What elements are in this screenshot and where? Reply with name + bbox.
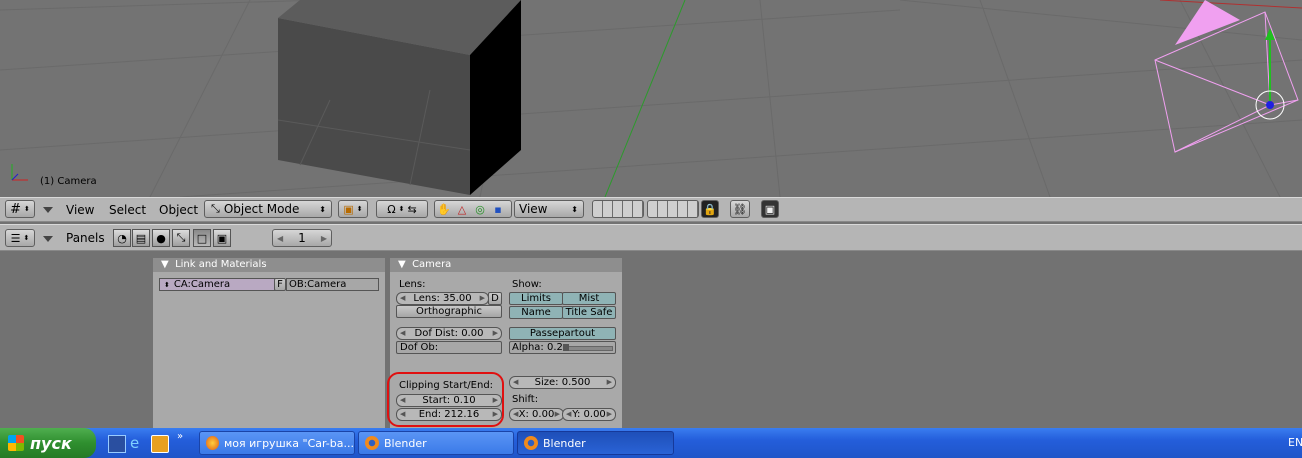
fake-user-button[interactable]: F — [274, 278, 286, 291]
name-toggle[interactable]: Name — [509, 306, 563, 319]
lock-icon[interactable]: 🔒 — [701, 200, 719, 218]
menu-view[interactable]: View — [66, 203, 94, 217]
viewport-scene[interactable] — [0, 0, 1302, 197]
layer-buttons-2[interactable] — [647, 200, 699, 218]
cube-shading-icon: ▣ — [343, 202, 354, 216]
grid-y-axis — [604, 0, 686, 197]
axis-gizmo — [11, 164, 28, 181]
internet-explorer-icon[interactable]: e — [130, 435, 146, 451]
clip-start-field[interactable]: ◀ Start: 0.10 ▶ — [396, 394, 502, 407]
shading-context-icon[interactable]: ● — [152, 229, 170, 247]
3d-view-header: # ⬍ View Select Object ⤡ Object Mode ⬍ ▣ ⬍… — [0, 197, 1302, 222]
grid-x-axis — [1159, 0, 1302, 9]
buttons-window-header: ☰ ⬍ Panels ◔ ▤ ● ⤡ □ ▣ ◀ 1 ▶ — [0, 224, 1302, 251]
camera-triangle — [1175, 0, 1240, 45]
mode-select[interactable]: ⤡ Object Mode ⬍ — [204, 200, 332, 218]
start-button[interactable]: пуск — [0, 428, 96, 458]
object-mode-icon: ⤡ — [211, 202, 220, 215]
windows-logo-icon — [8, 435, 24, 451]
buttons-window: ▼ Link and Materials ⬍ CA:Camera F OB:Cam… — [0, 252, 1302, 428]
object-name-field[interactable]: OB:Camera — [286, 278, 379, 291]
grid-icon: # — [10, 201, 22, 217]
show-desktop-icon[interactable] — [108, 435, 126, 453]
lens-label: Lens: — [399, 279, 426, 290]
panels-label: Panels — [66, 231, 105, 245]
object-context-icon[interactable]: ⤡ — [172, 229, 190, 247]
buttons-window-icon: ☰ — [10, 231, 21, 245]
pivot-select[interactable]: Ω ⬍ ⇆ — [376, 200, 428, 218]
layer-icon: ⇆ — [407, 202, 417, 216]
frame-number-field[interactable]: ◀ 1 ▶ — [272, 229, 332, 247]
lens-field[interactable]: ◀ Lens: 35.00 ▶ — [396, 292, 489, 305]
taskbar-task-blender-2[interactable]: Blender — [517, 431, 674, 455]
orthographic-toggle[interactable]: Orthographic — [396, 305, 502, 318]
scale-icon[interactable]: ▪ — [489, 203, 507, 216]
degrees-toggle[interactable]: D — [488, 292, 502, 305]
clipping-label: Clipping Start/End: — [399, 380, 494, 391]
chevron-right-icon[interactable]: » — [177, 431, 193, 447]
shift-label: Shift: — [512, 394, 539, 405]
dof-object-field[interactable]: Dof Ob: — [396, 341, 502, 354]
translate-icon[interactable]: △ — [453, 203, 471, 216]
taskbar-task-browser[interactable]: моя игрушка "Car-ba... — [199, 431, 355, 455]
layer-buttons-1[interactable] — [592, 200, 644, 218]
3d-viewport[interactable]: (1) Camera — [0, 0, 1302, 197]
menu-collapse-icon-2[interactable] — [43, 236, 53, 242]
rotate-icon[interactable]: ◎ — [471, 203, 489, 216]
scene-context-icon[interactable]: ▣ — [213, 229, 231, 247]
editing-context-icon[interactable]: □ — [193, 229, 211, 247]
blender-icon — [524, 436, 538, 450]
title-safe-toggle[interactable]: Title Safe — [562, 306, 616, 319]
firefox-icon — [206, 436, 219, 450]
manipulator-group: ✋ △ ◎ ▪ — [434, 200, 512, 218]
active-object-label: (1) Camera — [40, 176, 97, 187]
limits-toggle[interactable]: Limits — [509, 292, 563, 305]
camera-size-field[interactable]: ◀ Size: 0.500 ▶ — [509, 376, 616, 389]
panel-header[interactable]: ▼ Camera — [390, 258, 622, 272]
camera-wire — [1154, 11, 1299, 153]
passepartout-toggle[interactable]: Passepartout — [509, 327, 616, 340]
link-icon[interactable]: ⛓ — [730, 200, 750, 218]
alpha-slider-track — [563, 346, 613, 351]
hand-manipulator-icon[interactable]: ✋ — [435, 203, 453, 216]
clip-end-field[interactable]: ◀ End: 212.16 ▶ — [396, 408, 502, 421]
dof-dist-field[interactable]: ◀ Dof Dist: 0.00 ▶ — [396, 327, 502, 340]
blender-icon — [365, 436, 379, 450]
camera-panel: ▼ Camera Lens: ◀ Lens: 35.00 ▶ D Orthograp… — [387, 258, 622, 428]
menu-select[interactable]: Select — [109, 203, 146, 217]
show-label: Show: — [512, 279, 542, 290]
media-player-icon[interactable] — [151, 435, 169, 453]
menu-collapse-icon[interactable] — [43, 207, 53, 213]
panel-header[interactable]: ▼ Link and Materials — [153, 258, 385, 272]
windows-taskbar: пуск e » моя игрушка "Car-ba... Blender … — [0, 428, 1302, 458]
alpha-slider[interactable]: Alpha: 0.2 — [509, 341, 616, 354]
shift-y-field[interactable]: ◀ Y: 0.00 ▶ — [562, 408, 616, 421]
alpha-slider-handle[interactable] — [563, 344, 569, 351]
pivot-icon: Ω — [387, 202, 396, 216]
menu-object[interactable]: Object — [159, 203, 198, 217]
taskbar-task-blender-1[interactable]: Blender — [358, 431, 514, 455]
language-indicator[interactable]: EN — [1288, 436, 1302, 449]
camera-datablock-field[interactable]: ⬍ CA:Camera — [159, 278, 277, 291]
link-materials-panel: ▼ Link and Materials ⬍ CA:Camera F OB:Cam… — [153, 258, 385, 428]
logic-context-icon[interactable]: ◔ — [113, 229, 131, 247]
editor-type-button[interactable]: # ⬍ — [5, 200, 35, 218]
orientation-select[interactable]: View ⬍ — [514, 200, 584, 218]
script-context-icon[interactable]: ▤ — [132, 229, 150, 247]
shift-x-field[interactable]: ◀ X: 0.00 ▶ — [509, 408, 564, 421]
render-icon[interactable]: ▣ — [761, 200, 779, 218]
mist-toggle[interactable]: Mist — [562, 292, 616, 305]
editor-type-button-2[interactable]: ☰ ⬍ — [5, 229, 35, 247]
draw-type-select[interactable]: ▣ ⬍ — [338, 200, 368, 218]
